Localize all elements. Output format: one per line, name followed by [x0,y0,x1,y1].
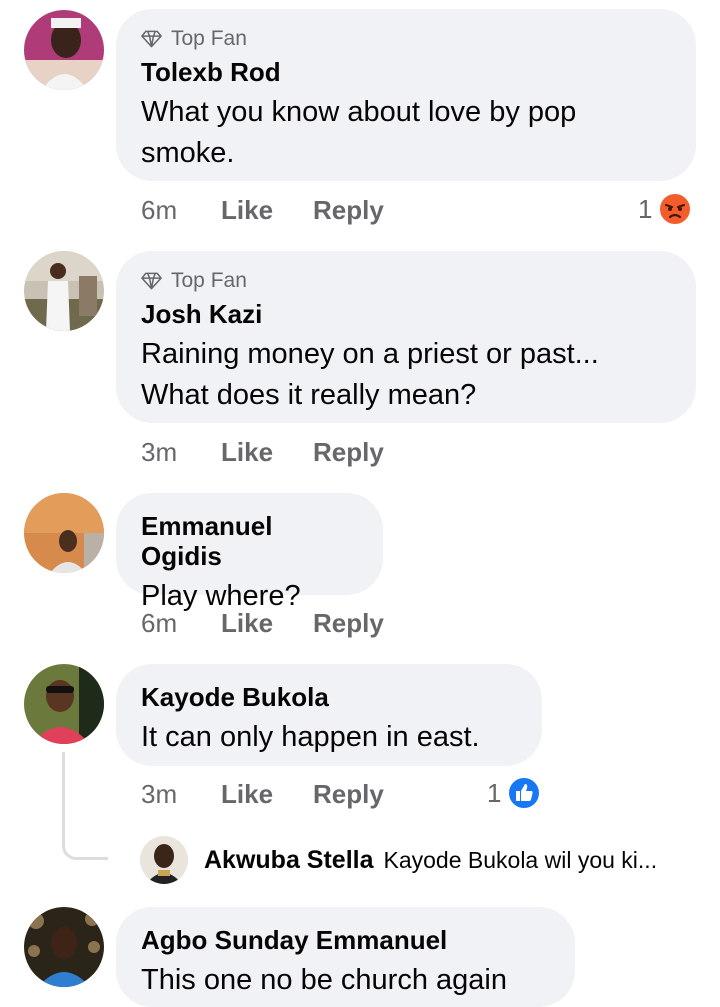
comment-time[interactable]: 6m [141,608,221,639]
comment-bubble[interactable]: Emmanuel Ogidis Play where? [116,493,383,612]
comment-bubble[interactable]: Kayode Bukola It can only happen in east… [116,664,542,766]
top-fan-badge: Top Fan [141,269,670,293]
reaction-summary[interactable]: 1 [487,776,542,810]
avatar[interactable] [24,251,104,331]
comment-time[interactable]: 3m [141,779,221,810]
comment-text: It can only happen in east. [141,721,480,753]
comment-author[interactable]: Josh Kazi [141,299,670,329]
thread-connector [62,752,108,860]
comments-feed: Top Fan Tolexb Rod What you know about l… [0,0,720,1007]
avatar[interactable] [140,836,188,884]
comment-author[interactable]: Emmanuel Ogidis [141,511,357,571]
angry-reaction-icon [658,192,693,226]
comment-bubble[interactable]: Agbo Sunday Emmanuel This one no be chur… [116,907,575,1007]
avatar[interactable] [24,493,104,573]
comment-author[interactable]: Agbo Sunday Emmanuel [141,925,549,955]
comment-time[interactable]: 3m [141,437,221,468]
comment-bubble[interactable]: Top Fan Tolexb Rod What you know about l… [116,9,696,181]
reply-preview[interactable]: Akwuba Stella Kayode Bukola wil you ki..… [140,835,657,885]
like-button[interactable]: Like [221,608,313,639]
reply-button[interactable]: Reply [313,779,423,810]
avatar[interactable] [24,664,104,744]
comment-bubble[interactable]: Top Fan Josh Kazi Raining money on a pri… [116,251,696,423]
comment-actions: 3m Like Reply [141,777,423,811]
like-button[interactable]: Like [221,195,313,226]
reply-button[interactable]: Reply [313,437,423,468]
comment-actions: 6m Like Reply [141,606,423,640]
top-fan-badge: Top Fan [141,27,670,51]
comment-text: This one no be church again [141,964,507,996]
reaction-count: 1 [487,777,502,808]
comment-author[interactable]: Tolexb Rod [141,57,670,87]
like-reaction-icon [507,776,542,810]
badge-label: Top Fan [171,269,247,292]
like-button[interactable]: Like [221,437,313,468]
diamond-icon [141,30,162,48]
reply-text: Kayode Bukola wil you ki... [383,846,658,873]
diamond-icon [141,272,162,290]
like-button[interactable]: Like [221,779,313,810]
comment-text: What you know about love by pop smoke. [141,96,577,169]
comment-text: Raining money on a priest or past... Wha… [141,338,599,411]
comment-actions: 3m Like Reply [141,435,423,469]
reaction-summary[interactable]: 1 [638,192,693,226]
reply-button[interactable]: Reply [313,608,423,639]
comment-author[interactable]: Kayode Bukola [141,682,516,712]
badge-label: Top Fan [171,27,247,50]
comment-actions: 6m Like Reply [141,193,423,227]
reply-author[interactable]: Akwuba Stella [204,846,374,875]
reaction-count: 1 [638,193,653,224]
reply-button[interactable]: Reply [313,195,423,226]
avatar[interactable] [24,10,104,90]
avatar[interactable] [24,907,104,987]
comment-time[interactable]: 6m [141,195,221,226]
